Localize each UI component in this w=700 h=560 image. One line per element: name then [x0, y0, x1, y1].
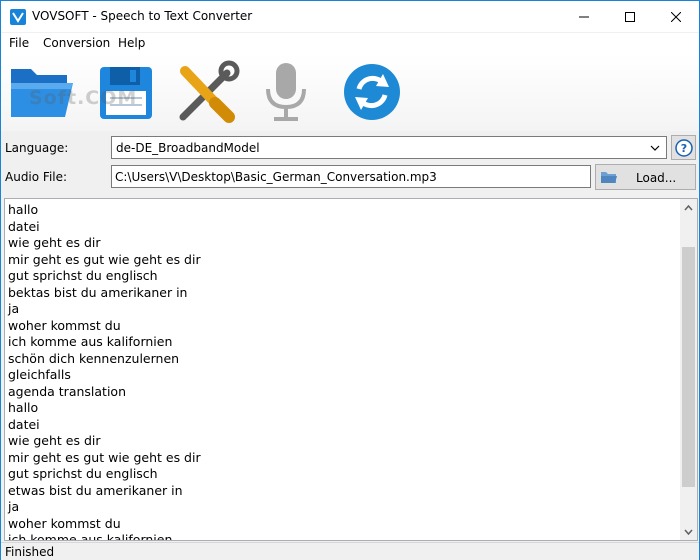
- scroll-down-button[interactable]: [680, 523, 697, 540]
- chevron-down-icon: [684, 529, 693, 535]
- transcript-line: hallo: [8, 202, 39, 217]
- vertical-scrollbar[interactable]: [680, 199, 697, 540]
- status-text: Finished: [5, 545, 55, 559]
- title-bar: VOVSOFT - Speech to Text Converter: [1, 1, 699, 32]
- transcript-line: gut sprichst du englisch: [8, 268, 158, 283]
- close-button[interactable]: [653, 1, 699, 32]
- folder-icon: [601, 172, 617, 183]
- transcript-line: datei: [8, 218, 40, 234]
- transcript-line: schön dich kennenzulernen: [8, 350, 180, 366]
- menu-conversion[interactable]: Conversion: [43, 36, 110, 50]
- load-button-label: Load...: [636, 171, 677, 185]
- maximize-icon: [625, 11, 635, 22]
- refresh-icon: [344, 64, 400, 120]
- help-button[interactable]: ?: [671, 135, 696, 160]
- transcript-line: ich komme aus kalifornien: [8, 334, 173, 349]
- scroll-thumb[interactable]: [682, 247, 695, 487]
- load-button[interactable]: Load...: [595, 164, 696, 190]
- transcript-line: hallo: [8, 400, 39, 415]
- transcript-line: ja: [8, 499, 20, 514]
- transcript-line: bektas bist du amerikaner in: [8, 284, 188, 300]
- convert-button[interactable]: [339, 59, 409, 125]
- transcript-line: gleichfalls: [8, 367, 71, 382]
- language-value: de-DE_BroadbandModel: [116, 141, 260, 155]
- transcript-line: etwas bist du amerikaner in: [8, 482, 183, 498]
- transcript-line: ich komme aus kalifornien: [8, 532, 173, 541]
- transcript-line: gut sprichst du englisch: [8, 466, 158, 481]
- transcript-line: woher kommst du: [8, 515, 121, 531]
- audio-file-label: Audio File:: [5, 170, 68, 184]
- transcript-lines: hallo datei wie geht es dir mir geht es …: [8, 202, 678, 541]
- chevron-down-icon: [650, 145, 660, 151]
- minimize-button[interactable]: [561, 1, 607, 32]
- language-label: Language:: [5, 141, 69, 155]
- transcript-line: mir geht es gut wie geht es dir: [8, 449, 201, 465]
- transcript-line: wie geht es dir: [8, 433, 101, 448]
- transcript-line: wie geht es dir: [8, 235, 101, 250]
- audio-file-input[interactable]: [111, 165, 591, 188]
- chevron-up-icon: [684, 204, 693, 210]
- toolbar: Soft.COM: [1, 53, 699, 131]
- window-title: VOVSOFT - Speech to Text Converter: [32, 9, 253, 23]
- help-icon: ?: [674, 138, 693, 157]
- language-select[interactable]: de-DE_BroadbandModel: [111, 136, 667, 159]
- maximize-button[interactable]: [607, 1, 653, 32]
- transcript-line: agenda translation: [8, 383, 126, 399]
- transcript-line: datei: [8, 416, 40, 432]
- svg-text:?: ?: [680, 142, 686, 155]
- settings-button[interactable]: [173, 59, 243, 125]
- menu-file[interactable]: File: [9, 36, 29, 50]
- menu-help[interactable]: Help: [118, 36, 145, 50]
- transcript-line: woher kommst du: [8, 317, 121, 333]
- scroll-up-button[interactable]: [680, 199, 697, 216]
- transcript-textarea[interactable]: hallo datei wie geht es dir mir geht es …: [4, 198, 698, 541]
- transcript-line: mir geht es gut wie geht es dir: [8, 251, 201, 267]
- app-window: VOVSOFT - Speech to Text Converter File …: [0, 0, 700, 560]
- record-button[interactable]: [256, 59, 326, 125]
- status-bar: Finished: [1, 542, 699, 560]
- minimize-icon: [579, 16, 589, 17]
- close-icon: [671, 11, 681, 22]
- app-logo-icon: [10, 9, 26, 25]
- transcript-line: ja: [8, 301, 20, 316]
- menu-bar: File Conversion Help: [1, 33, 699, 53]
- microphone-icon: [266, 63, 306, 121]
- watermark-text: Soft.COM: [29, 87, 138, 109]
- tools-icon: [179, 60, 240, 123]
